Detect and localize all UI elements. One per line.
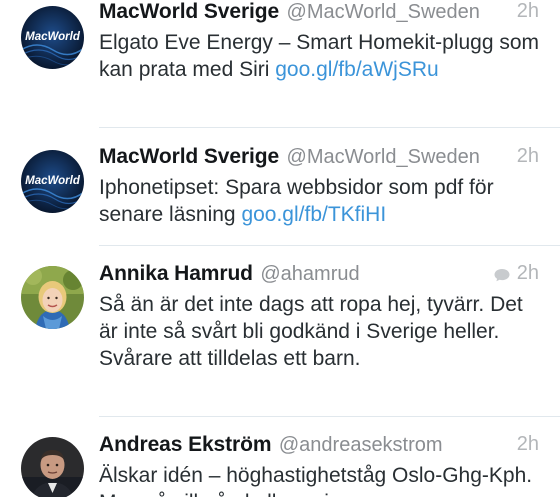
timestamp: 2h [516, 433, 539, 455]
tweet[interactable]: MacWorld MacWorld Sverige @MacWorld_Swed… [0, 0, 560, 128]
divider [99, 127, 560, 128]
avatar[interactable]: MacWorld [21, 6, 84, 69]
timeline[interactable]: MacWorld MacWorld Sverige @MacWorld_Swed… [0, 0, 560, 497]
reply-bubble-icon [494, 268, 510, 287]
svg-text:MacWorld: MacWorld [25, 31, 81, 43]
avatar[interactable] [21, 437, 84, 497]
user-handle[interactable]: @andreasekstrom [279, 434, 443, 456]
divider [99, 245, 560, 246]
tweet-text: Iphonetipset: Spara webbsidor som pdf fö… [99, 174, 560, 228]
tweet[interactable]: Annika Hamrud @ahamrud 2h Så än är det i… [0, 262, 560, 416]
timestamp: 2h [516, 262, 539, 284]
display-name[interactable]: Andreas Ekström [99, 433, 272, 456]
display-name[interactable]: MacWorld Sverige [99, 145, 279, 168]
svg-text:MacWorld: MacWorld [25, 175, 81, 187]
avatar[interactable]: MacWorld [21, 150, 84, 213]
user-handle[interactable]: @MacWorld_Sweden [287, 1, 480, 23]
display-name[interactable]: Annika Hamrud [99, 262, 253, 285]
avatar[interactable] [21, 266, 84, 329]
divider [99, 416, 560, 417]
timestamp: 2h [516, 0, 539, 22]
tweet[interactable]: MacWorld MacWorld Sverige @MacWorld_Swed… [0, 145, 560, 245]
tweet-link[interactable]: goo.gl/fb/aWjSRu [275, 58, 438, 81]
tweet-link[interactable]: goo.gl/fb/TKfiHI [241, 203, 386, 226]
tweet-text: Älskar idén – höghastighetståg Oslo-Ghg-… [99, 464, 533, 497]
user-handle[interactable]: @ahamrud [260, 263, 359, 285]
display-name[interactable]: MacWorld Sverige [99, 0, 279, 23]
tweet[interactable]: Andreas Ekström @andreasekstrom 2h Älska… [0, 433, 560, 497]
timestamp: 2h [516, 145, 539, 167]
tweet-text: Så än är det inte dags att ropa hej, tyv… [99, 293, 523, 370]
user-handle[interactable]: @MacWorld_Sweden [287, 146, 480, 168]
tweet-text: Elgato Eve Energy – Smart Homekit-plugg … [99, 29, 560, 83]
